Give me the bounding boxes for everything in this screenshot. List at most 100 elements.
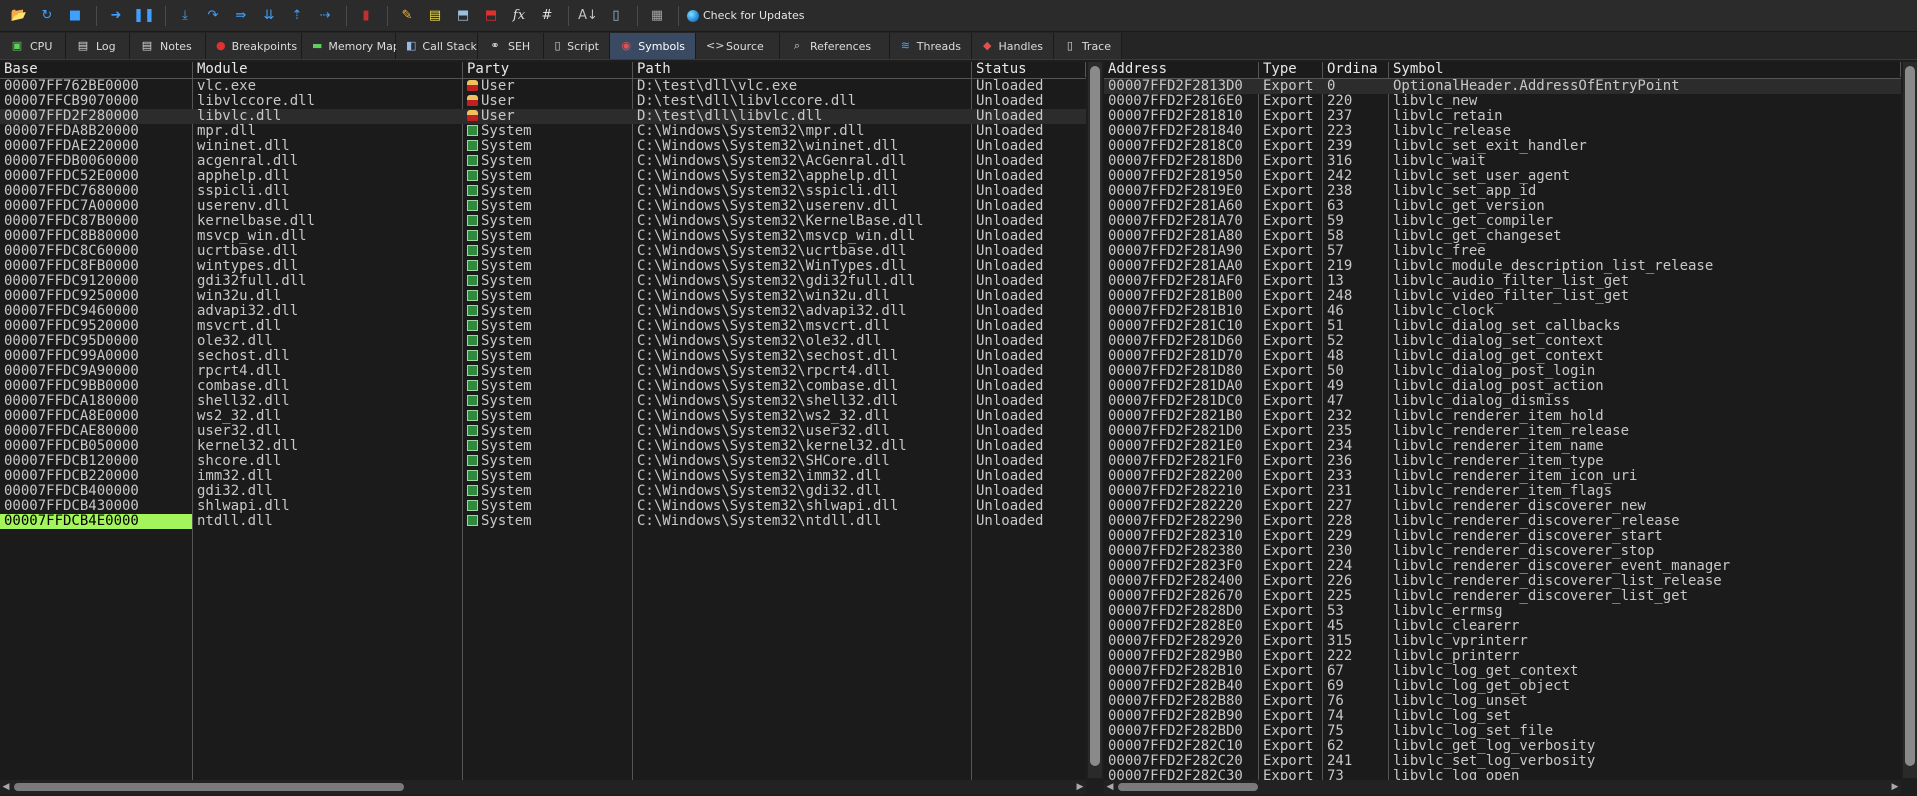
table-row[interactable]: 00007FFD2F282C10 Export 62 libvlc_get_log_v… [1104,739,1901,754]
table-row[interactable]: 00007FFDCAE80000 user32.dll System C:\Windo… [0,424,1086,439]
run-icon[interactable]: ➜ [105,5,127,27]
table-row[interactable]: 00007FFD2F281D70 Export 48 libvlc_dialog_ge… [1104,349,1901,364]
labels-icon[interactable]: ⬒ [452,5,474,27]
scroll-left-icon[interactable]: ◀ [1104,780,1116,794]
table-row[interactable]: 00007FFD2F282310 Export 229 libvlc_renderer… [1104,529,1901,544]
column-header-module[interactable]: Module [193,62,463,77]
open-icon[interactable]: 📂 [8,5,30,27]
table-row[interactable]: 00007FFDC9A90000 rpcrt4.dll System C:\Windo… [0,364,1086,379]
table-row[interactable]: 00007FFD2F282920 Export 315 libvlc_vprinter… [1104,634,1901,649]
functions-icon[interactable]: fx [508,5,530,27]
scroll-right-icon[interactable]: ▶ [1889,780,1901,794]
table-row[interactable]: 00007FFDC95D0000 ole32.dll System C:\Window… [0,334,1086,349]
table-row[interactable]: 00007FFD2F2821E0 Export 234 libvlc_renderer… [1104,439,1901,454]
tab-references[interactable]: ⌕ References [780,33,890,59]
tab-call-stack[interactable]: ◧ Call Stack [396,33,478,59]
modules-horizontal-scrollbar[interactable]: ◀ ▶ [0,780,1086,794]
table-row[interactable]: 00007FFDCB400000 gdi32.dll System C:\Window… [0,484,1086,499]
step-over-icon[interactable]: ↷ [202,5,224,27]
table-row[interactable]: 00007FFDCA180000 shell32.dll System C:\Wind… [0,394,1086,409]
table-row[interactable]: 00007FFD2F282C20 Export 241 libvlc_set_log_… [1104,754,1901,769]
table-row[interactable]: 00007FFD2F282290 Export 228 libvlc_renderer… [1104,514,1901,529]
table-row[interactable]: 00007FFDC8C60000 ucrtbase.dll System C:\Win… [0,244,1086,259]
table-row[interactable]: 00007FFDC9250000 win32u.dll System C:\Windo… [0,289,1086,304]
scroll-left-icon[interactable]: ◀ [0,780,12,794]
column-header-ordinal[interactable]: Ordina [1323,62,1389,77]
table-row[interactable]: 00007FFD2F2821F0 Export 236 libvlc_renderer… [1104,454,1901,469]
table-row[interactable]: 00007FFDC7A00000 userenv.dll System C:\Wind… [0,199,1086,214]
table-row[interactable]: 00007FFD2F281A60 Export 63 libvlc_get_versi… [1104,199,1901,214]
stop-icon[interactable]: ■ [64,5,86,27]
pause-icon[interactable]: ❚❚ [133,5,155,27]
table-row[interactable]: 00007FFDCB430000 shlwapi.dll System C:\Wind… [0,499,1086,514]
check-for-updates-button[interactable]: Check for Updates [687,9,805,22]
table-row[interactable]: 00007FFD2F281AF0 Export 13 libvlc_audio_fil… [1104,274,1901,289]
table-row[interactable]: 00007FFD2F281D80 Export 50 libvlc_dialog_po… [1104,364,1901,379]
comments-icon[interactable]: ▤ [424,5,446,27]
tab-breakpoints[interactable]: ● Breakpoints [206,33,302,59]
column-header-base[interactable]: Base [0,62,193,77]
variables-icon[interactable]: # [536,5,558,27]
tab-source[interactable]: <> Source [696,33,780,59]
table-row[interactable]: 00007FFD2F281D60 Export 52 libvlc_dialog_se… [1104,334,1901,349]
table-row[interactable]: 00007FFDCB050000 kernel32.dll System C:\Win… [0,439,1086,454]
table-row[interactable]: 00007FFD2F2821B0 Export 232 libvlc_renderer… [1104,409,1901,424]
table-row[interactable]: 00007FFDA8B20000 mpr.dll System C:\Windows\… [0,124,1086,139]
tab-seh[interactable]: ⚭ SEH [478,33,544,59]
table-row[interactable]: 00007FFDC7680000 sspicli.dll System C:\Wind… [0,184,1086,199]
tab-script[interactable]: ▯ Script [544,33,610,59]
table-row[interactable]: 00007FFD2F282220 Export 227 libvlc_renderer… [1104,499,1901,514]
table-row[interactable]: 00007FFD2F281840 Export 223 libvlc_release [1104,124,1901,139]
scroll-right-icon[interactable]: ▶ [1074,780,1086,794]
tab-symbols[interactable]: ◉ Symbols [610,33,696,59]
table-row[interactable]: 00007FFD2F282B80 Export 76 libvlc_log_unset [1104,694,1901,709]
table-row[interactable]: 00007FFDC99A0000 sechost.dll System C:\Wind… [0,349,1086,364]
trace-over-icon[interactable]: ⇊ [258,5,280,27]
table-row[interactable]: 00007FFD2F281AA0 Export 219 libvlc_module_d… [1104,259,1901,274]
table-row[interactable]: 00007FFD2F282B40 Export 69 libvlc_log_get_o… [1104,679,1901,694]
table-row[interactable]: 00007FFD2F282BD0 Export 75 libvlc_log_set_f… [1104,724,1901,739]
tab-handles[interactable]: ◆ Handles [972,33,1054,59]
table-row[interactable]: 00007FFDAE220000 wininet.dll System C:\Wind… [0,139,1086,154]
table-row[interactable]: 00007FFDC9460000 advapi32.dll System C:\Win… [0,304,1086,319]
modules-vertical-scroll-thumb[interactable] [1090,66,1100,766]
table-row[interactable]: 00007FFD2F281DC0 Export 47 libvlc_dialog_di… [1104,394,1901,409]
tab-trace[interactable]: ▯ Trace [1054,33,1122,59]
modules-vertical-scrollbar[interactable] [1088,62,1102,778]
bookmarks-icon[interactable]: ⬒ [480,5,502,27]
patch-icon[interactable]: ✎ [396,5,418,27]
table-row[interactable]: 00007FFDC9520000 msvcrt.dll System C:\Windo… [0,319,1086,334]
table-row[interactable]: 00007FFD2F2816E0 Export 220 libvlc_new [1104,94,1901,109]
table-row[interactable]: 00007FFD2F2828E0 Export 45 libvlc_clearerr [1104,619,1901,634]
symbols-horizontal-scroll-thumb[interactable] [1118,783,1258,791]
symbols-horizontal-scrollbar[interactable]: ◀ ▶ [1104,780,1901,794]
table-row[interactable]: 00007FFDC87B0000 kernelbase.dll System C:\W… [0,214,1086,229]
column-header-path[interactable]: Path [633,62,972,77]
table-row[interactable]: 00007FFD2F282400 Export 226 libvlc_renderer… [1104,574,1901,589]
column-header-type[interactable]: Type [1259,62,1323,77]
table-row[interactable]: 00007FFDCB220000 imm32.dll System C:\Window… [0,469,1086,484]
table-row[interactable]: 00007FFD2F281A70 Export 59 libvlc_get_compi… [1104,214,1901,229]
table-row[interactable]: 00007FFD2F281A80 Export 58 libvlc_get_chang… [1104,229,1901,244]
table-row[interactable]: 00007FFD2F281DA0 Export 49 libvlc_dialog_po… [1104,379,1901,394]
table-row[interactable]: 00007FFD2F282380 Export 230 libvlc_renderer… [1104,544,1901,559]
table-row[interactable]: 00007FFD2F281A90 Export 57 libvlc_free [1104,244,1901,259]
table-row[interactable]: 00007FFD2F281B10 Export 46 libvlc_clock [1104,304,1901,319]
table-row[interactable]: 00007FFD2F281B00 Export 248 libvlc_video_fi… [1104,289,1901,304]
table-row[interactable]: 00007FFDB0060000 acgenral.dll System C:\Win… [0,154,1086,169]
symbols-vertical-scroll-thumb[interactable] [1905,66,1915,766]
table-row[interactable]: 00007FFDCB4E0000 ntdll.dll System C:\Window… [0,514,1086,529]
table-row[interactable]: 00007FFD2F282C30 Export 73 libvlc_log_open [1104,769,1901,780]
table-row[interactable]: 00007FFDC8B80000 msvcp_win.dll System C:\Wi… [0,229,1086,244]
column-header-address[interactable]: Address [1104,62,1259,77]
table-row[interactable]: 00007FFDC52E0000 apphelp.dll System C:\Wind… [0,169,1086,184]
table-row[interactable]: 00007FFD2F2829B0 Export 222 libvlc_printerr [1104,649,1901,664]
table-row[interactable]: 00007FFD2F2818D0 Export 316 libvlc_wait [1104,154,1901,169]
font-icon[interactable]: A↓ [577,5,599,27]
table-row[interactable]: 00007FFD2F281950 Export 242 libvlc_set_user… [1104,169,1901,184]
table-row[interactable]: 00007FFD2F2813D0 Export 0 OptionalHeader.Ad… [1104,79,1901,94]
run-to-user-code-icon[interactable]: ⇢ [314,5,336,27]
table-row[interactable]: 00007FFD2F2823F0 Export 224 libvlc_renderer… [1104,559,1901,574]
table-row[interactable]: 00007FFD2F2828D0 Export 53 libvlc_errmsg [1104,604,1901,619]
table-row[interactable]: 00007FFDCB120000 shcore.dll System C:\Windo… [0,454,1086,469]
